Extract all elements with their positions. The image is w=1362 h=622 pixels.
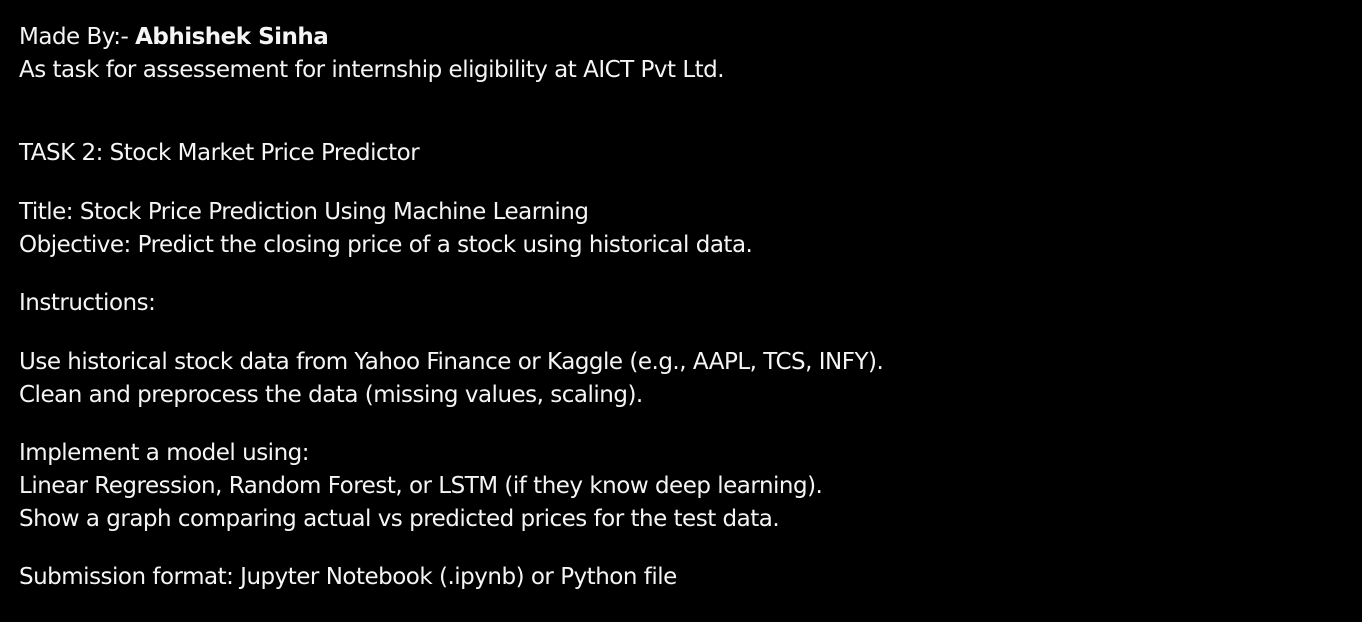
task-objective: Objective: Predict the closing price of … (19, 232, 753, 258)
instruction-item: Clean and preprocess the data (missing v… (19, 382, 643, 408)
instruction-item: Use historical stock data from Yahoo Fin… (19, 349, 884, 375)
instructions-heading: Instructions: (19, 290, 156, 316)
model-heading: Implement a model using: (19, 440, 310, 466)
task-heading: TASK 2: Stock Market Price Predictor (19, 140, 420, 166)
task-title: Title: Stock Price Prediction Using Mach… (19, 199, 589, 225)
purpose-text: As task for assessement for internship e… (19, 57, 725, 83)
made-by-prefix: Made By:- (19, 24, 136, 50)
markdown-cell: Made By:- Abhishek Sinha As task for ass… (0, 0, 1362, 622)
submission-format: Submission format: Jupyter Notebook (.ip… (19, 564, 677, 590)
author-name: Abhishek Sinha (135, 24, 329, 50)
model-line: Show a graph comparing actual vs predict… (19, 506, 780, 532)
model-line: Linear Regression, Random Forest, or LST… (19, 473, 823, 499)
made-by-line: Made By:- Abhishek Sinha (19, 21, 329, 54)
